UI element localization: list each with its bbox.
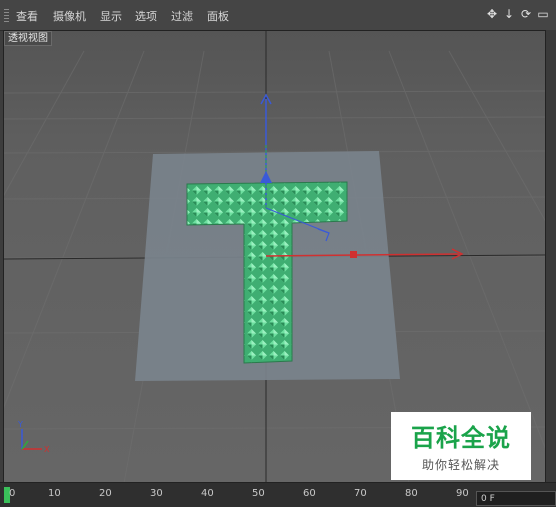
timeline-tick: 90 [456,488,469,499]
view-nav-icons: ✥ ↓ ⟳ ▭ [485,7,550,21]
timeline-tick: 70 [354,488,367,499]
menu-view[interactable]: 查看 [16,8,38,24]
menu-filter[interactable]: 过滤 [171,8,193,24]
right-panel-strip [546,30,556,482]
current-frame-field[interactable]: 0 F [476,491,556,506]
timeline-ruler[interactable]: 0 10 20 30 40 50 60 70 80 90 [0,482,556,507]
menu-display[interactable]: 显示 [100,8,122,24]
timeline-tick: 20 [99,488,112,499]
move-view-icon[interactable]: ✥ [485,7,499,21]
maximize-view-icon[interactable]: ▭ [536,7,550,21]
watermark: 百科全说 助你轻松解决 [391,412,531,480]
timeline-tick: 40 [201,488,214,499]
timeline-tick: 10 [48,488,61,499]
timeline-tick: 50 [252,488,265,499]
watermark-subtitle: 助你轻松解决 [421,458,500,472]
grip-handle[interactable] [4,9,9,23]
timeline-tick: 60 [303,488,316,499]
timeline-tick: 30 [150,488,163,499]
timeline-tick: 0 [9,488,16,499]
view-label: 透视视图 [4,31,52,46]
timeline-tick: 80 [405,488,418,499]
svg-text:Y: Y [17,420,23,429]
dolly-view-icon[interactable]: ↓ [502,7,516,21]
svg-text:X: X [44,445,50,454]
menu-panel[interactable]: 面板 [207,8,229,24]
menu-options[interactable]: 选项 [135,8,157,24]
viewport-menubar: 查看 摄像机 显示 选项 过滤 面板 ✥ ↓ ⟳ ▭ [0,0,556,31]
watermark-title: 百科全说 [411,424,511,452]
menu-camera[interactable]: 摄像机 [53,8,86,24]
axis-indicator: Y X [17,420,50,454]
rotate-view-icon[interactable]: ⟳ [519,7,533,21]
